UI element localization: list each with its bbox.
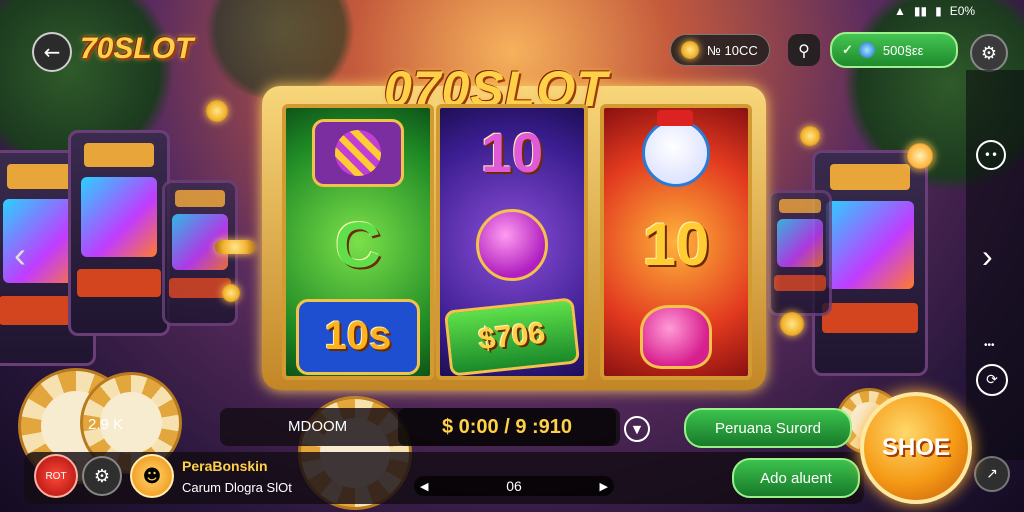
palm-tree-back — [200, 0, 360, 100]
avatar[interactable]: ☻ — [130, 454, 174, 498]
wifi-icon: ▲ — [894, 4, 906, 18]
chat-button[interactable]: •• — [976, 140, 1006, 170]
reel-symbol-text: 10s — [324, 314, 392, 358]
status-bar: ▲ ▮▮ ▮ E0% — [894, 4, 975, 18]
spin-button-label: SHOE — [881, 434, 950, 461]
next-arrow[interactable]: › — [982, 238, 993, 275]
reel-3[interactable]: 10 — [600, 104, 752, 380]
reel-1[interactable]: C 10s — [282, 104, 434, 380]
player-subtitle: Carum Dlogra SlOt — [182, 480, 292, 495]
plus-icon[interactable]: ▶ — [600, 480, 608, 493]
gear-icon: ⚙ — [980, 42, 998, 64]
mascot-symbol-icon — [642, 109, 710, 187]
reel-cell — [440, 200, 584, 289]
reel-cell — [604, 292, 748, 376]
floating-coin — [206, 100, 228, 122]
coin-icon — [681, 41, 699, 59]
battery-icon: ▮ — [935, 4, 942, 18]
info-button[interactable]: ▼ — [624, 416, 650, 442]
lamp-icon — [906, 142, 934, 170]
berry-symbol-icon — [476, 208, 548, 281]
avatar-icon: ☻ — [142, 465, 162, 487]
reel-cell: 10 — [440, 108, 584, 197]
mode-label: MDOOM — [288, 418, 348, 435]
search-button[interactable]: ⚲ — [788, 34, 820, 66]
battery-text: E0% — [949, 4, 976, 18]
expand-icon: ↗ — [986, 466, 998, 482]
settings-button[interactable]: ⚙ — [970, 34, 1008, 72]
reel-2[interactable]: 10 $706 — [436, 104, 588, 380]
back-arrow-icon: ← — [43, 40, 61, 64]
reel-cell: 10s — [286, 292, 430, 376]
player-name: PeraBonskin — [182, 458, 268, 474]
minus-icon[interactable]: ◀ — [420, 480, 428, 493]
chevron-right-icon: › — [982, 238, 993, 274]
candy-symbol-icon — [312, 118, 404, 187]
floating-coin — [222, 284, 240, 302]
check-icon: ✓ — [842, 42, 853, 57]
prev-arrow[interactable]: ‹ — [14, 234, 26, 276]
chat-icon: •• — [983, 148, 999, 162]
spin-button[interactable]: SHOE — [860, 392, 972, 504]
teapot-symbol-icon — [640, 304, 712, 369]
info-icon: ▼ — [632, 422, 642, 436]
floating-coin — [215, 240, 255, 254]
game-settings-button[interactable]: ⚙ — [82, 456, 122, 496]
reel-cell — [286, 108, 430, 197]
refresh-icon: ⟳ — [986, 372, 998, 388]
left-value: 2.9 K — [88, 416, 124, 433]
chevron-left-icon: ‹ — [14, 234, 26, 275]
arcade-machine — [68, 130, 170, 336]
app-logo: 70SLOT — [80, 32, 194, 65]
bet-display: $ 0:00 / 9 :910 — [398, 408, 616, 446]
reel-symbol-text: $706 — [477, 316, 547, 356]
signal-icon: ▮▮ — [913, 4, 928, 18]
reel-symbol-text: C — [334, 208, 382, 281]
gem-icon — [858, 42, 875, 58]
reel-cell — [604, 108, 748, 197]
more-dots[interactable]: ••• — [984, 340, 995, 351]
reel-cell: C — [286, 200, 430, 289]
currency-pill[interactable]: ✓ 500§εε — [830, 32, 958, 68]
reel-symbol-text: 10 — [642, 211, 710, 278]
expand-button[interactable]: ↗ — [974, 456, 1010, 492]
refresh-button[interactable]: ⟳ — [976, 364, 1008, 396]
arcade-machine — [768, 190, 832, 316]
green-action-button[interactable]: Peruana Surord — [684, 408, 852, 448]
bet-badge-label: ROT — [45, 470, 67, 482]
floating-coin — [800, 126, 820, 146]
bet-display-text: $ 0:00 / 9 :910 — [441, 415, 573, 438]
balance-pill[interactable]: № 10СС — [670, 34, 770, 66]
reel-cell: $706 — [440, 292, 584, 376]
adjust-button[interactable]: Ado aluent — [732, 458, 860, 498]
reel-symbol-text: 10 — [480, 121, 544, 184]
counter-bar: ◀ 06 ▶ — [414, 476, 614, 496]
gear-icon: ⚙ — [93, 465, 111, 487]
balance-value: № 10СС — [707, 42, 758, 58]
side-rail — [966, 70, 1024, 460]
floating-coin — [780, 312, 804, 336]
back-button[interactable]: ← — [32, 32, 72, 72]
counter-value: 06 — [506, 478, 522, 494]
currency-value: 500§εε — [882, 42, 924, 58]
search-icon: ⚲ — [798, 40, 810, 60]
bet-badge-button[interactable]: ROT — [34, 454, 78, 498]
reel-cell: 10 — [604, 200, 748, 289]
